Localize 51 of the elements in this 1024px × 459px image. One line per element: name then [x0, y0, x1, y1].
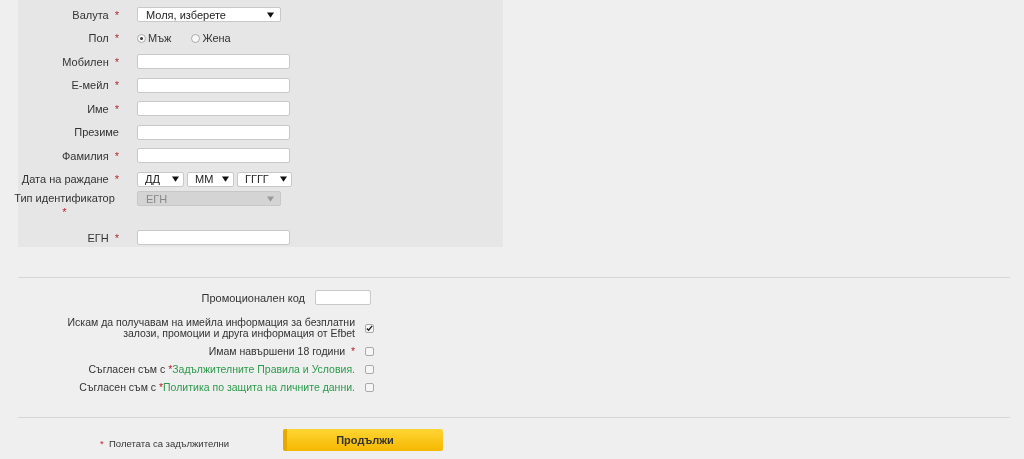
caret-icon: [172, 176, 179, 183]
field-label: Дата на раждане: [21, 172, 109, 187]
text-field[interactable]: [137, 54, 290, 70]
field-label: Име: [87, 101, 109, 116]
field-label: Валута: [72, 7, 109, 22]
consent-text: Искам да получавам на имейла информация за безплатни залози, промоции и друга информация от Efbet: [67, 316, 355, 339]
consent-text: Имам навършени 18 години *: [208, 345, 355, 357]
field-label: ЕГН: [87, 230, 109, 245]
select-dropdown[interactable]: ДД: [137, 171, 184, 187]
required-mark: *: [114, 31, 119, 46]
required-note: * Полетата са задължителни: [100, 437, 230, 449]
field-label: Пол: [88, 31, 109, 46]
select-dropdown[interactable]: ГГГГ: [237, 171, 292, 187]
promo-code-field[interactable]: [315, 290, 371, 305]
checkbox[interactable]: [365, 323, 374, 333]
consent-text: Съгласен съм с *Политика по защита на личните данни.: [79, 381, 355, 393]
select-dropdown[interactable]: Моля, изберете: [137, 7, 281, 23]
required-mark: *: [114, 148, 119, 163]
required-mark: *: [114, 7, 119, 22]
text-field[interactable]: [137, 230, 290, 246]
radio-label: Мъж: [148, 32, 172, 45]
text-field[interactable]: [137, 148, 290, 164]
field-label: Промоционален код: [201, 291, 305, 304]
field-label: Фамилия: [62, 148, 109, 163]
caret-icon: [267, 195, 274, 202]
checkbox[interactable]: [365, 383, 374, 392]
required-mark: *: [114, 54, 119, 69]
checkbox[interactable]: [365, 365, 374, 374]
continue-button[interactable]: Продължи: [283, 429, 443, 451]
radio-button[interactable]: [137, 33, 146, 43]
caret-icon: [222, 176, 229, 183]
field-label: Мобилен: [62, 54, 109, 69]
field-label: Е-мейл: [71, 78, 109, 93]
text-field[interactable]: [137, 124, 290, 140]
checkbox[interactable]: [365, 347, 374, 356]
required-mark: *: [62, 205, 67, 219]
caret-icon: [267, 11, 274, 18]
text-field[interactable]: [137, 101, 290, 117]
field-label: Презиме: [74, 125, 119, 140]
required-mark: *: [114, 172, 119, 187]
consent-text: Съгласен съм с *Задължителните Правила и Условия.: [88, 363, 355, 375]
required-mark: *: [114, 78, 119, 93]
required-mark: *: [114, 101, 119, 116]
text-field[interactable]: [137, 77, 290, 93]
required-mark: *: [114, 230, 119, 245]
select-dropdown[interactable]: ММ: [187, 171, 234, 187]
field-label: Тип идентификатор: [14, 191, 115, 205]
caret-icon: [280, 176, 287, 183]
radio-button[interactable]: [191, 33, 201, 43]
radio-label: Жена: [202, 32, 231, 45]
check-icon: [366, 324, 373, 332]
